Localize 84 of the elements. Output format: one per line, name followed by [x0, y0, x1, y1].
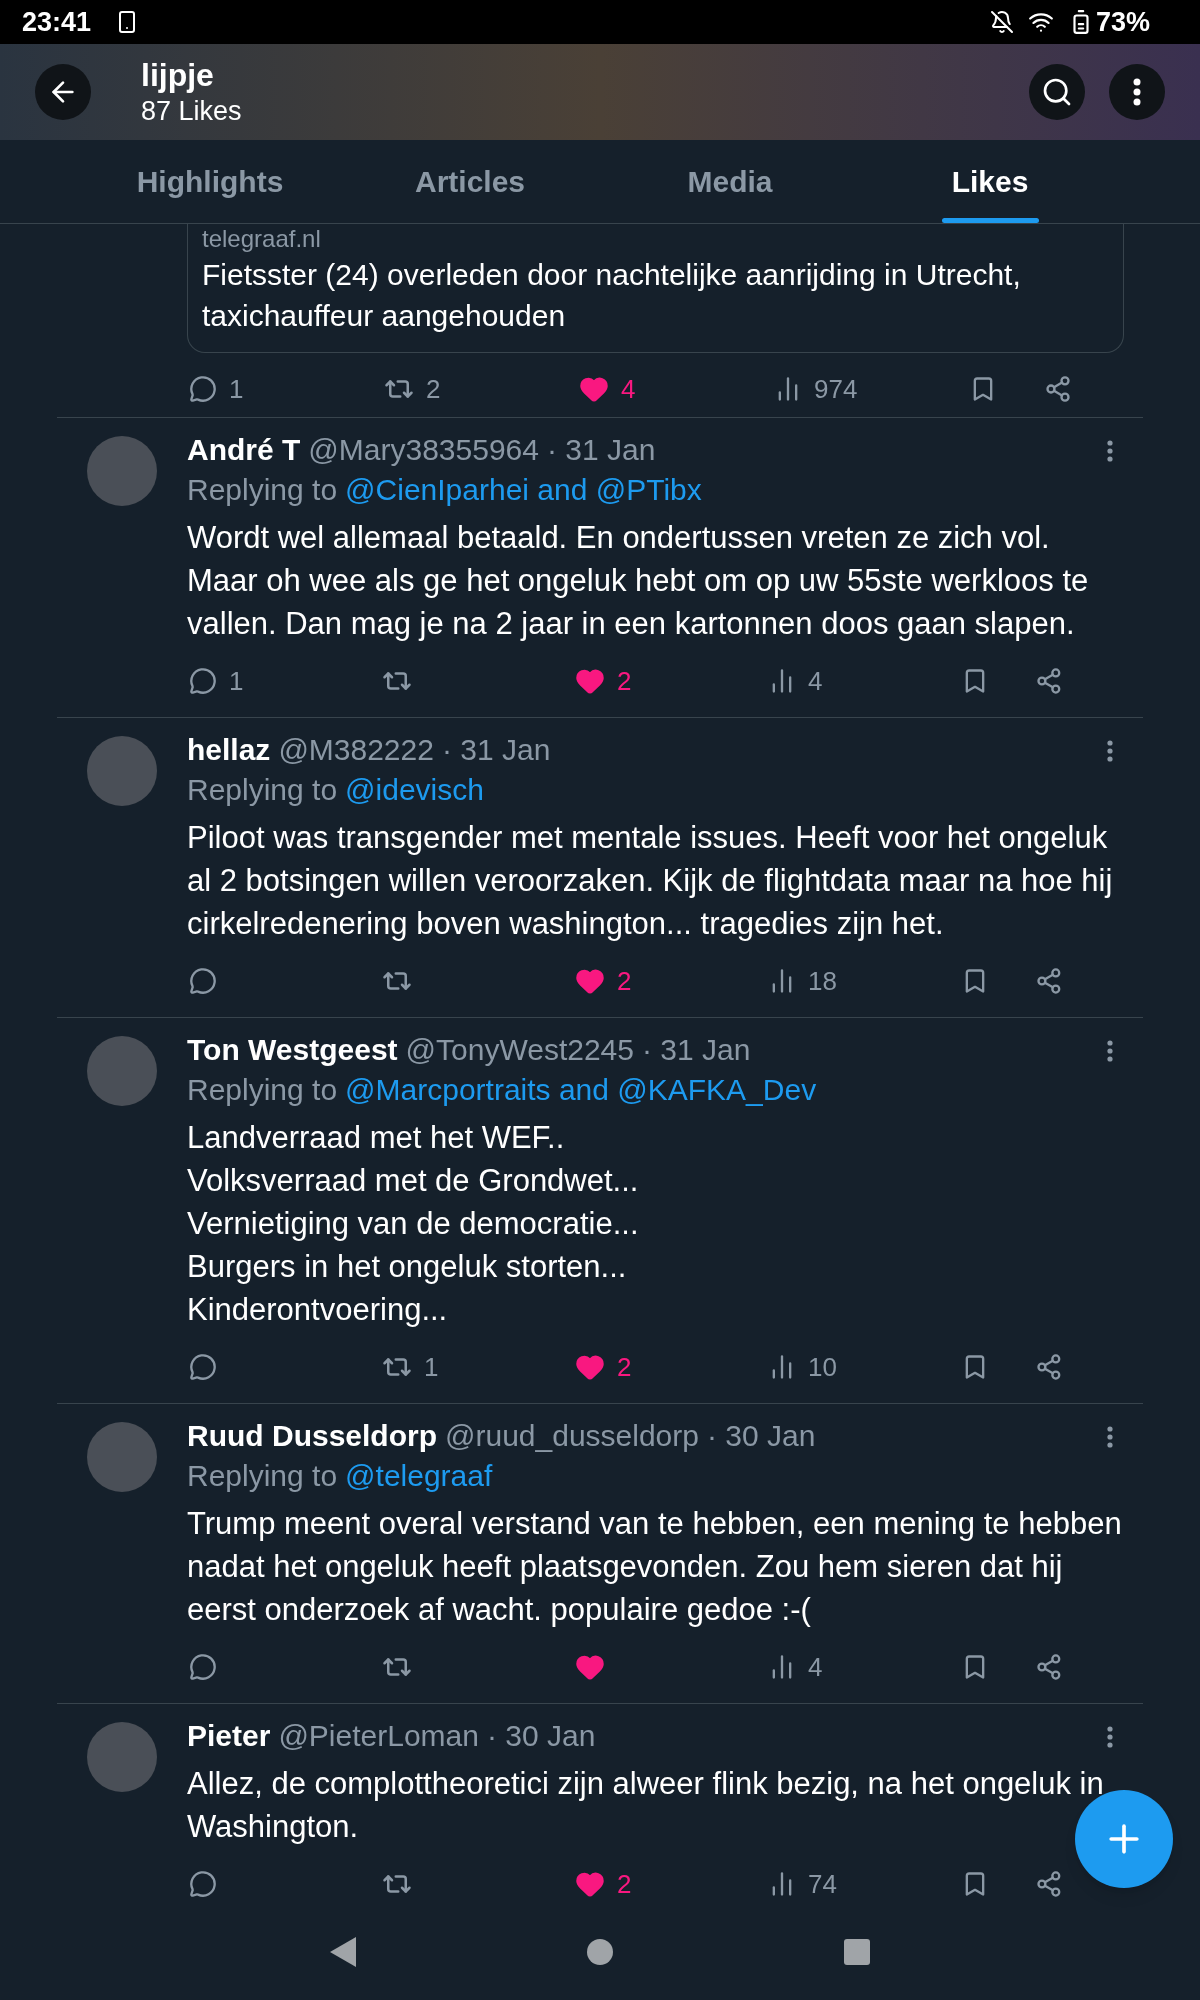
author-name[interactable]: Ton Westgeest [187, 1030, 398, 1070]
post-date: · 31 Jan [441, 732, 551, 768]
post-date: · 30 Jan [706, 1418, 816, 1454]
author-handle: @ruud_dusseldorp [445, 1418, 699, 1454]
reply-icon[interactable] [189, 967, 217, 995]
view-count: 4 [808, 1650, 823, 1684]
author-name[interactable]: Ruud Dusseldorp [187, 1416, 437, 1456]
like-count: 2 [617, 664, 632, 698]
more-button[interactable] [1109, 64, 1165, 120]
author-name[interactable]: Pieter [187, 1716, 271, 1756]
more-icon [1133, 78, 1141, 106]
post-text: Volksverraad met de Grondwet... [187, 1162, 640, 1200]
search-icon [1041, 76, 1073, 108]
author-name[interactable]: André T [187, 430, 301, 470]
replying-to-link[interactable]: @idevisch [345, 770, 484, 810]
replying-to-link[interactable]: @CienIparhei and @PTibx [345, 470, 702, 510]
author-handle: @TonyWest2245 [405, 1032, 634, 1068]
share-icon[interactable] [1035, 1870, 1063, 1898]
reply-icon[interactable] [189, 375, 217, 403]
reply-icon[interactable] [189, 1353, 217, 1381]
share-icon[interactable] [1035, 967, 1063, 995]
post-text: Allez, de complottheoretici zijn alweer flink bezig, na het ongeluk in Washington. [187, 1765, 1105, 1846]
post-date: · 30 Jan [486, 1718, 596, 1754]
post-text: Vernietiging van de democratie... [187, 1205, 640, 1243]
replying-label: Replying to [187, 472, 338, 508]
battery-percent: 73% [1095, 5, 1150, 39]
replying-to-link[interactable]: @telegraaf [345, 1456, 493, 1496]
more-icon[interactable] [1107, 1426, 1113, 1448]
author-handle: @M382222 [278, 732, 434, 768]
nav-recents-icon[interactable] [844, 1938, 870, 1965]
tab[interactable]: Articles [340, 140, 600, 223]
repost-count: 1 [424, 1350, 439, 1384]
tab[interactable]: Likes [860, 140, 1120, 223]
author-name[interactable]: hellaz [187, 730, 271, 770]
link-card[interactable]: telegraaf.nl Fietsster (24) overleden door nachtelijke aanrijding in Utrecht, taxichauffeur aangehouden [187, 224, 1124, 353]
view-count: 10 [808, 1350, 837, 1384]
search-button[interactable] [1029, 64, 1085, 120]
like-count: 2 [617, 1350, 632, 1384]
replying-label: Replying to [187, 1458, 338, 1494]
like-count: 2 [617, 1867, 632, 1901]
share-icon[interactable] [1035, 667, 1063, 695]
replying-label: Replying to [187, 772, 338, 808]
nav-home-icon[interactable] [586, 1937, 614, 1966]
like-count: 2 [617, 964, 632, 998]
view-count: 18 [808, 964, 837, 998]
back-button[interactable] [35, 64, 91, 120]
more-icon[interactable] [1107, 740, 1113, 762]
author-handle: @Mary38355964 [308, 432, 539, 468]
share-icon[interactable] [1035, 1653, 1063, 1681]
reply-icon[interactable] [189, 667, 217, 695]
view-count: 974 [814, 372, 858, 406]
post-date: · 31 Jan [641, 1032, 751, 1068]
reply-icon[interactable] [189, 1870, 217, 1898]
view-count: 74 [808, 1867, 837, 1901]
post-text: Trump meent overal verstand van te hebben, een mening te hebben nadat het ongeluk heeft plaatsgevonden. Zou hem sieren dat hij eerst onderzoek af wacht. populaire gedoe :-( [187, 1505, 1123, 1629]
tab[interactable]: Media [600, 140, 860, 223]
reply-count: 1 [229, 664, 244, 698]
share-icon[interactable] [1035, 1353, 1063, 1381]
post-text: Landverraad met het WEF.. [187, 1119, 566, 1157]
repost-count: 2 [426, 372, 441, 406]
card-headline: Fietsster (24) overleden door nachtelijke aanrijding in Utrecht, taxichauffeur aangehouden [202, 257, 1022, 334]
more-icon[interactable] [1107, 1726, 1113, 1748]
reply-count: 1 [229, 372, 244, 406]
bell-off-icon [989, 10, 1014, 34]
like-count: 4 [621, 372, 636, 406]
card-domain: telegraaf.nl [202, 224, 322, 254]
post-text: Piloot was transgender met mentale issues. Heeft voor het ongeluk al 2 botsingen willen veroorzaken. Kijk de flightdata maar na hoe hij cirkelredenering boven washington... tragedies zijn het. [187, 819, 1114, 943]
author-handle: @PieterLoman [278, 1718, 479, 1754]
status-time: 23:41 [22, 5, 92, 39]
replying-label: Replying to [187, 1072, 338, 1108]
more-icon[interactable] [1107, 440, 1113, 462]
post-text: Wordt wel allemaal betaald. En ondertussen vreten ze zich vol. Maar oh wee als ge het ongeluk hebt om op uw 55ste werkloos te vallen. Dan mag je na 2 jaar in een kartonnen doos gaan slapen. [187, 519, 1090, 643]
share-icon[interactable] [1044, 375, 1072, 403]
post-text: Kinderontvoering... [187, 1291, 449, 1329]
view-count: 4 [808, 664, 823, 698]
replying-to-link[interactable]: @Marcportraits and @KAFKA_Dev [345, 1070, 817, 1110]
likes-count: 87 Likes [141, 95, 242, 128]
profile-name: lijpje [141, 56, 215, 94]
nav-back-icon[interactable] [330, 1936, 356, 1967]
post-text: Burgers in het ongeluk storten... [187, 1248, 628, 1286]
reply-icon[interactable] [189, 1653, 217, 1681]
tab[interactable]: Highlights [80, 140, 340, 223]
post-date: · 31 Jan [546, 432, 656, 468]
more-icon[interactable] [1107, 1040, 1113, 1062]
